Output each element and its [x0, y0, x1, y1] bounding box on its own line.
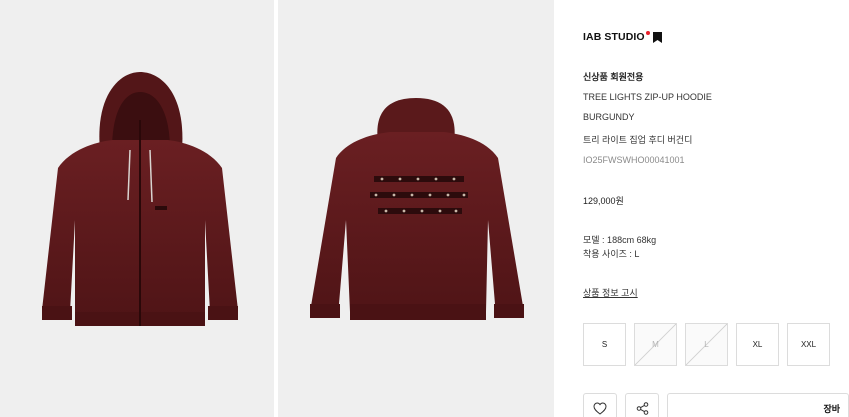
brand-dot-icon [645, 31, 650, 35]
product-image-back[interactable] [278, 0, 554, 417]
heart-icon [593, 401, 607, 415]
product-code: IO25FWSWHO00041001 [583, 155, 685, 165]
model-info: 모델 : 188cm 68kg [583, 235, 657, 245]
share-icon [636, 401, 648, 415]
size-label: XL [752, 340, 763, 349]
product-notice-link[interactable]: 상품 정보 고시 [583, 286, 638, 299]
size-option-m[interactable]: M [634, 323, 677, 366]
product-tag: 신상품 회원전용 [583, 72, 644, 82]
hoodie-back-illustration [310, 98, 524, 320]
product-image-front[interactable] [0, 0, 274, 417]
wishlist-button[interactable] [583, 393, 617, 417]
size-label: XXL [800, 340, 817, 349]
size-worn: 착용 사이즈 : L [583, 249, 640, 259]
product-name-ko: 트리 라이트 집업 후디 버건디 [583, 135, 693, 145]
size-option-l[interactable]: L [685, 323, 728, 366]
size-selector: S M L XL XXL [583, 323, 830, 366]
brand-name: IAB STUDIO [583, 31, 645, 43]
size-option-xxl[interactable]: XXL [787, 323, 830, 366]
share-button[interactable] [625, 393, 659, 417]
size-option-xl[interactable]: XL [736, 323, 779, 366]
size-label: S [601, 340, 608, 349]
add-to-cart-button[interactable]: 장바 [667, 393, 849, 417]
hoodie-front-illustration [42, 72, 238, 326]
size-option-s[interactable]: S [583, 323, 626, 366]
product-price: 129,000원 [583, 196, 624, 206]
product-color: BURGUNDY [583, 112, 635, 122]
size-label: M [652, 340, 659, 349]
product-info-panel: IAB STUDIO 신상품 회원전용 TREE LIGHTS ZIP-UP H… [583, 0, 849, 417]
size-label: L [704, 340, 709, 349]
product-name-en: TREE LIGHTS ZIP-UP HOODIE [583, 92, 712, 102]
brand-logo[interactable]: IAB STUDIO [583, 31, 662, 43]
purchase-actions: 장바 [583, 393, 849, 417]
bookmark-icon[interactable] [652, 31, 662, 43]
